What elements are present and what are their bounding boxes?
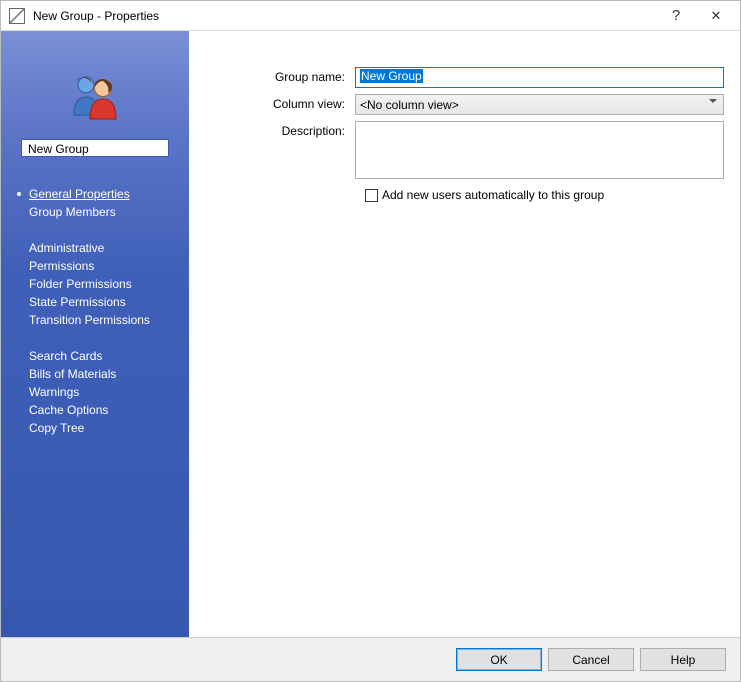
description-label: Description: [205,121,355,138]
sidebar-item-warnings[interactable]: Warnings [17,383,173,401]
help-button[interactable]: ? [656,2,696,30]
ok-button[interactable]: OK [456,648,542,671]
close-button[interactable]: ✕ [696,2,736,30]
help-button-footer[interactable]: Help [640,648,726,671]
column-view-value: <No column view> [360,98,459,112]
sidebar-section-3: Search Cards Bills of Materials Warnings… [17,347,173,437]
column-view-label: Column view: [205,94,355,111]
sidebar-item-administrative-permissions[interactable]: Administrative Permissions [17,239,173,275]
users-icon [17,71,173,121]
app-icon [9,8,25,24]
auto-add-users-label: Add new users automatically to this grou… [382,188,604,202]
row-column-view: Column view: <No column view> [205,94,724,115]
main-panel: Group name: New Group Column view: <No c… [189,31,740,637]
row-group-name: Group name: New Group [205,67,724,88]
row-auto-add-users: Add new users automatically to this grou… [365,188,724,202]
sidebar-item-folder-permissions[interactable]: Folder Permissions [17,275,173,293]
sidebar-item-state-permissions[interactable]: State Permissions [17,293,173,311]
sidebar-item-group-members[interactable]: Group Members [17,203,173,221]
description-input[interactable] [355,121,724,179]
sidebar-section-2: Administrative Permissions Folder Permis… [17,239,173,329]
footer: OK Cancel Help [1,637,740,681]
sidebar-item-cache-options[interactable]: Cache Options [17,401,173,419]
sidebar-item-general-properties[interactable]: General Properties [17,185,173,203]
group-name-value: New Group [360,69,423,83]
group-name-input[interactable]: New Group [355,67,724,88]
close-icon: ✕ [711,8,722,24]
chevron-down-icon [709,99,717,103]
auto-add-users-checkbox[interactable] [365,189,378,202]
help-icon: ? [672,7,680,24]
sidebar-item-bills-of-materials[interactable]: Bills of Materials [17,365,173,383]
group-name-label: Group name: [205,67,355,84]
sidebar-section-1: General Properties Group Members [17,185,173,221]
sidebar-item-copy-tree[interactable]: Copy Tree [17,419,173,437]
sidebar-item-search-cards[interactable]: Search Cards [17,347,173,365]
sidebar: New Group General Properties Group Membe… [1,31,189,637]
group-name-display: New Group [21,139,169,157]
row-description: Description: [205,121,724,182]
dialog-body: New Group General Properties Group Membe… [1,31,740,637]
window-title: New Group - Properties [33,9,656,23]
titlebar: New Group - Properties ? ✕ [1,1,740,31]
cancel-button[interactable]: Cancel [548,648,634,671]
sidebar-item-transition-permissions[interactable]: Transition Permissions [17,311,173,329]
column-view-select[interactable]: <No column view> [355,94,724,115]
